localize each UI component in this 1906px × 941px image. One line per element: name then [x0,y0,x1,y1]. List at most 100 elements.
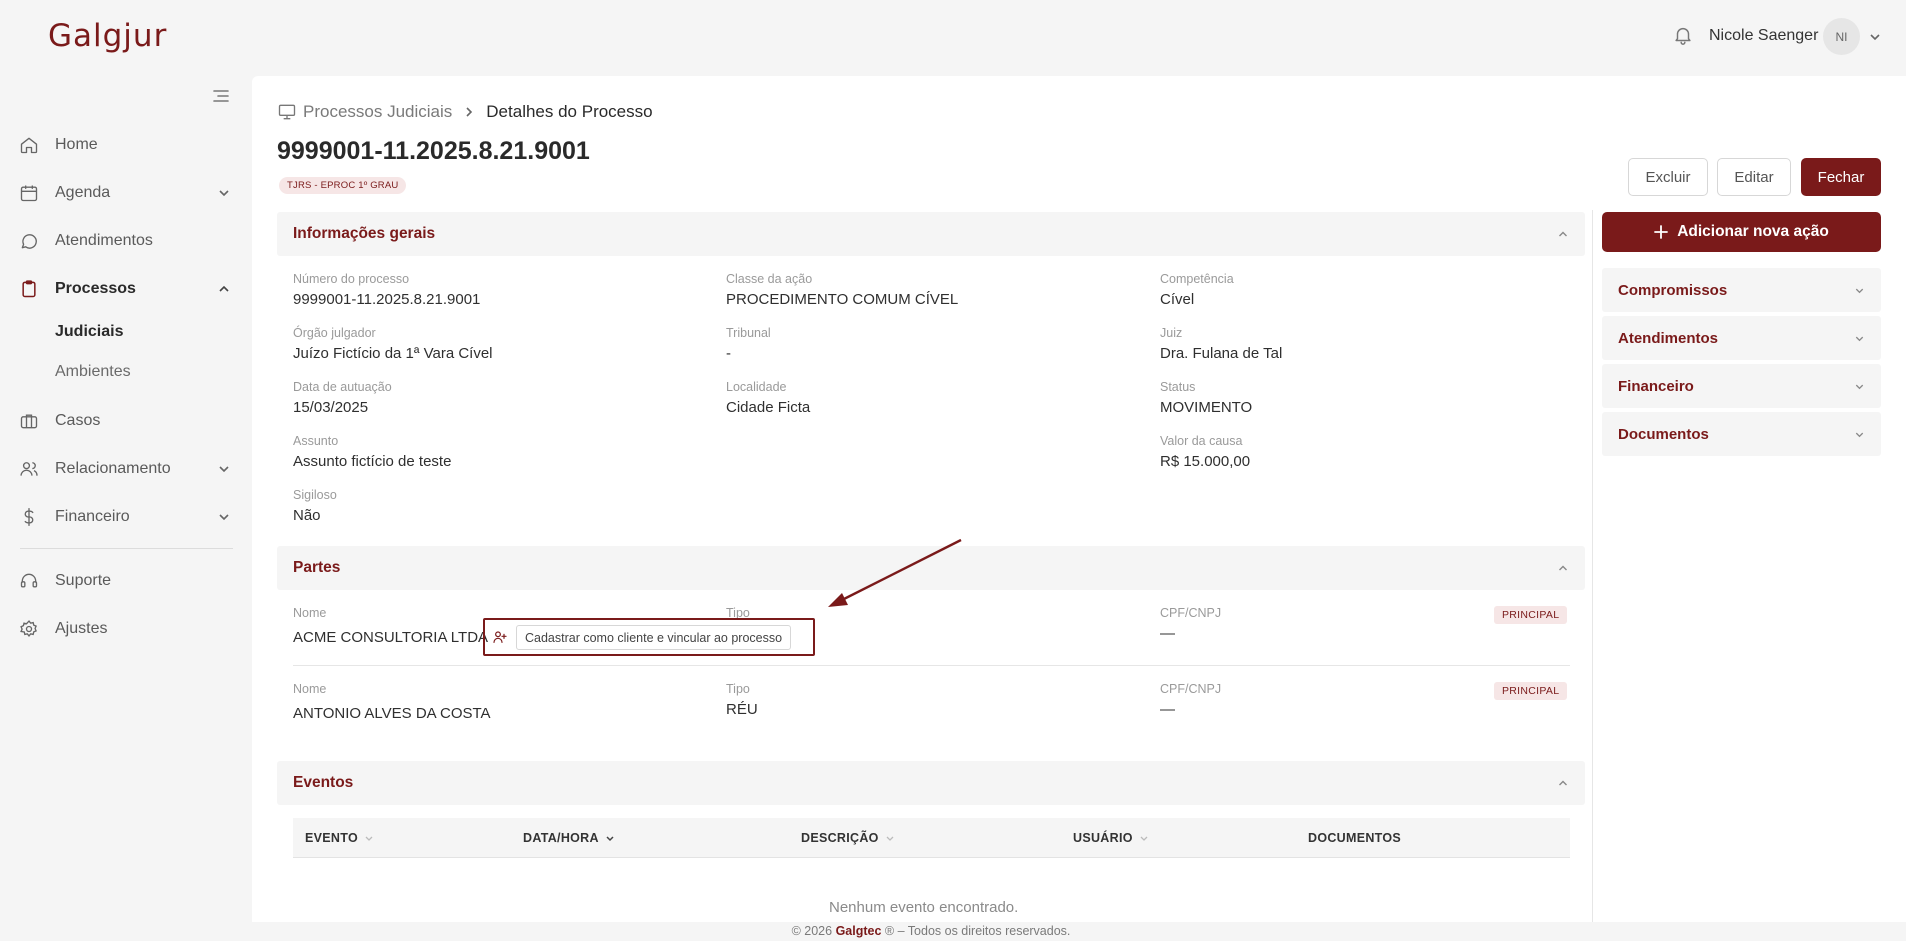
sidebar-item-home[interactable]: Home [0,125,252,165]
sort-icon [1139,833,1149,843]
field-value: Assunto fictício de teste [293,453,452,470]
column-label: USUÁRIO [1073,831,1133,845]
field-label: Tribunal [726,326,771,340]
accordion-compromissos[interactable]: Compromissos [1602,268,1881,312]
field-label: Data de autuação [293,380,392,394]
field-value: Cível [1160,291,1195,308]
briefcase-icon [19,411,39,431]
party-document: — [1160,625,1175,642]
column-label: DOCUMENTOS [1308,831,1402,845]
chevron-down-icon [1854,381,1865,392]
sidebar-item-relacionamento[interactable]: Relacionamento [0,449,252,489]
column-header-usuario[interactable]: USUÁRIO [1073,831,1149,845]
field-value: PROCEDIMENTO COMUM CÍVEL [726,291,959,308]
column-label: EVENTO [305,831,358,845]
sidebar-subitem-ambientes[interactable]: Ambientes [55,363,131,381]
field-label: Nome [293,606,327,620]
sidebar-item-label: Atendimentos [55,232,153,249]
chevron-down-icon [1854,333,1865,344]
field-label: Número do processo [293,272,410,286]
close-button[interactable]: Fechar [1801,158,1881,196]
add-action-button[interactable]: Adicionar nova ação [1602,212,1881,252]
sidebar-item-casos[interactable]: Casos [0,401,252,441]
avatar[interactable]: NI [1823,18,1860,55]
edit-button[interactable]: Editar [1717,158,1791,196]
chevron-down-icon[interactable] [1868,30,1882,44]
register-client-button[interactable]: Cadastrar como cliente e vincular ao pro… [516,625,792,650]
accordion-atendimentos[interactable]: Atendimentos [1602,316,1881,360]
sidebar-item-financeiro[interactable]: Financeiro [0,497,252,537]
party-name: ANTONIO ALVES DA COSTA [293,705,491,722]
footer-copyright: © 2026 [791,924,833,938]
section-events-header[interactable]: Eventos [277,761,1585,805]
sidebar-item-atendimentos[interactable]: Atendimentos [0,221,252,261]
chevron-down-icon [217,510,231,524]
chevron-down-icon [1854,429,1865,440]
column-header-data-hora[interactable]: DATA/HORA [523,831,615,845]
section-title: Eventos [293,774,354,791]
chevron-down-icon [217,462,231,476]
column-header-documentos: DOCUMENTOS [1308,831,1401,845]
sidebar-item-label: Suporte [55,572,112,589]
field-value: MOVIMENTO [1160,399,1253,416]
accordion-title: Financeiro [1618,378,1694,395]
court-badge: TJRS - EPROC 1º GRAU [279,177,407,194]
party-type: RÉU [726,701,758,718]
chevron-up-icon [1557,777,1569,789]
accordion-title: Documentos [1618,426,1709,443]
section-title: Partes [293,559,341,576]
column-label: DATA/HORA [523,831,599,845]
sidebar-divider [20,548,233,549]
clipboard-icon [19,279,39,299]
user-name[interactable]: Nicole Saenger [1709,27,1818,45]
field-label: Status [1160,380,1196,394]
sidebar-item-label: Financeiro [55,508,130,525]
chevron-up-icon [1557,562,1569,574]
field-value: Não [293,507,321,524]
field-label: Competência [1160,272,1234,286]
delete-button[interactable]: Excluir [1628,158,1708,196]
field-label: Localidade [726,380,787,394]
field-label: Valor da causa [1160,434,1243,448]
footer-brand[interactable]: Galgtec [836,924,882,938]
field-value: Cidade Ficta [726,399,811,416]
accordion-documentos[interactable]: Documentos [1602,412,1881,456]
empty-state-message: Nenhum evento encontrado. [829,899,1019,916]
field-label: Sigiloso [293,488,337,502]
breadcrumb-parent[interactable]: Processos Judiciais [303,102,452,122]
field-value: 9999001-11.2025.8.21.9001 [293,291,481,308]
sidebar-subitem-judiciais[interactable]: Judiciais [55,323,123,341]
users-icon [19,459,39,479]
page-title: 9999001-11.2025.8.21.9001 [277,137,590,165]
field-label: Nome [293,682,327,696]
field-value: R$ 15.000,00 [1160,453,1251,470]
menu-collapse-icon[interactable] [211,86,231,106]
principal-badge: PRINCIPAL [1494,606,1568,624]
sidebar-item-agenda[interactable]: Agenda [0,173,252,213]
headset-icon [19,571,39,591]
sort-icon [364,833,374,843]
field-label: Assunto [293,434,339,448]
chevron-up-icon [1557,228,1569,240]
field-label: Juiz [1160,326,1183,340]
field-label: Órgão julgador [293,326,376,340]
chevron-right-icon [462,105,476,119]
column-header-evento[interactable]: EVENTO [305,831,374,845]
section-general-header[interactable]: Informações gerais [277,212,1585,256]
app-logo[interactable]: Galgjur [48,18,167,54]
bell-icon[interactable] [1672,24,1694,46]
top-bar: Galgjur Nicole Saenger NI [0,0,1906,76]
sidebar-item-label: Home [55,136,98,153]
column-label: DESCRIÇÃO [801,831,879,845]
monitor-icon [277,102,297,122]
party-name: ACME CONSULTORIA LTDA [293,629,489,646]
sidebar-item-ajustes[interactable]: Ajustes [0,609,252,649]
column-header-descricao[interactable]: DESCRIÇÃO [801,831,895,845]
sidebar-item-processos[interactable]: Processos [0,269,252,309]
sidebar-item-suporte[interactable]: Suporte [0,561,252,601]
sidebar-item-label: Processos [55,280,136,297]
sidebar-item-label: Casos [55,412,101,429]
user-plus-icon [492,629,508,645]
register-client-callout: Cadastrar como cliente e vincular ao pro… [483,618,815,656]
accordion-financeiro[interactable]: Financeiro [1602,364,1881,408]
